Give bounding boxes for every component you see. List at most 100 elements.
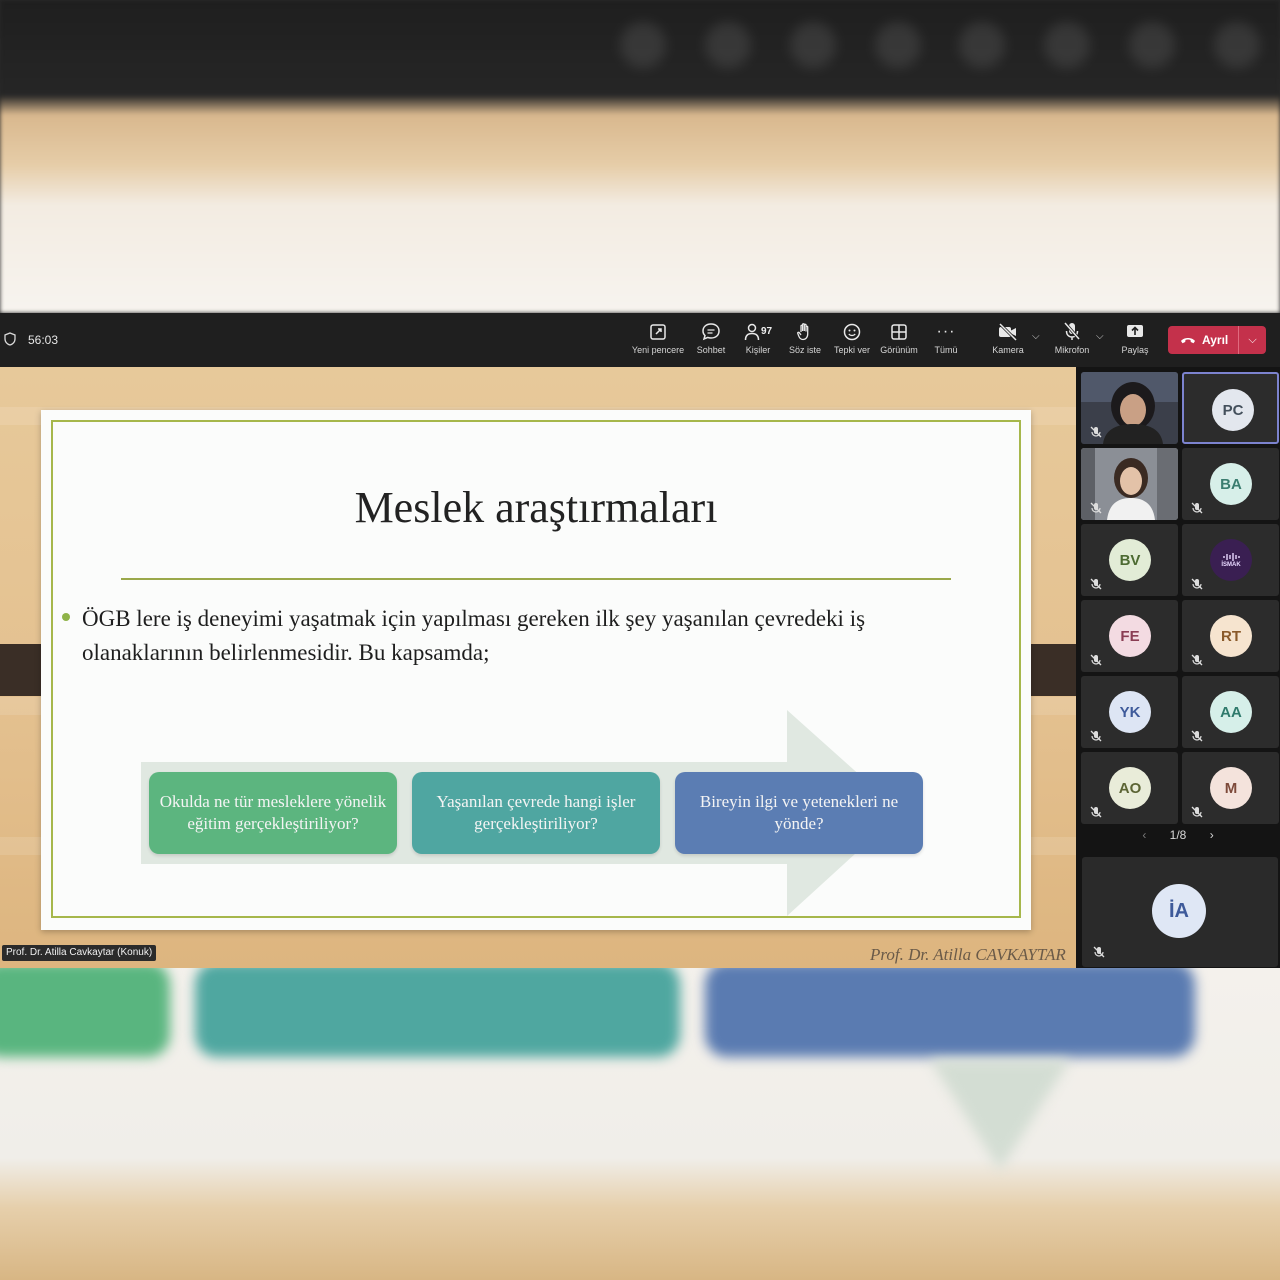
pager-prev-chevron-icon[interactable]: ‹	[1142, 828, 1146, 842]
muted-mic-icon	[1090, 806, 1102, 818]
camera-off-icon	[998, 322, 1018, 342]
leave-options-chevron-icon[interactable]: ⌵	[1239, 334, 1266, 347]
chat-icon	[702, 323, 720, 341]
participant-tile[interactable]: YK	[1081, 676, 1178, 748]
hang-up-phone-icon	[1181, 338, 1195, 344]
muted-mic-icon	[1090, 502, 1102, 514]
emoji-icon	[843, 323, 861, 341]
featured-participant-avatar: İA	[1152, 884, 1206, 938]
featured-participant-tile[interactable]: İA	[1082, 857, 1278, 967]
participant-tile[interactable]: M	[1182, 752, 1279, 824]
blurred-toolbar-ghost	[620, 22, 1260, 92]
raise-hand-icon	[797, 323, 809, 341]
muted-mic-icon	[1191, 806, 1203, 818]
participant-avatar: AA	[1210, 691, 1252, 733]
participant-tile[interactable]: AO	[1081, 752, 1178, 824]
people-count: 97	[760, 326, 773, 337]
participant-avatar: FE	[1109, 615, 1151, 657]
slide-title: Meslek araştırmaları	[354, 483, 718, 532]
share-screen-icon	[1127, 325, 1143, 337]
new-window-button[interactable]: Yeni pencere	[630, 321, 686, 361]
gallery-pager: ‹ 1/8 ›	[1076, 828, 1280, 842]
chat-button[interactable]: Sohbet	[694, 321, 728, 361]
bullet-icon	[62, 613, 70, 621]
people-icon-wrap: 97	[740, 321, 776, 343]
chat-label: Sohbet	[696, 345, 726, 355]
new-window-label: Yeni pencere	[631, 345, 685, 355]
view-button[interactable]: Görünüm	[878, 321, 920, 361]
grid-view-icon	[891, 324, 907, 340]
step-box-school: Okulda ne tür mesleklere yönelik eğitim …	[149, 772, 397, 854]
raise-hand-label: Söz iste	[788, 345, 821, 355]
blurred-box-green	[0, 962, 170, 1057]
react-label: Tepki ver	[833, 345, 870, 355]
participant-tile[interactable]: BV	[1081, 524, 1178, 596]
participant-avatar: RT	[1210, 615, 1252, 657]
more-dots-icon: ···	[936, 323, 956, 340]
blurred-box-teal	[195, 962, 680, 1057]
share-label: Paylaş	[1121, 345, 1149, 355]
mic-options-chevron-icon[interactable]: ⌵	[1096, 331, 1104, 342]
muted-mic-icon	[1093, 946, 1105, 958]
blurred-arrow	[930, 1060, 1070, 1170]
sound-wave-icon	[1223, 553, 1240, 561]
participant-avatar: PC	[1212, 389, 1254, 431]
mic-label: Mikrofon	[1054, 345, 1090, 355]
participant-tile-video[interactable]	[1081, 448, 1178, 520]
meeting-timer: 56:03	[28, 333, 59, 347]
shared-content: Meslek araştırmaları ÖGB lere iş deneyim…	[0, 367, 1076, 968]
participant-tile[interactable]: AA	[1182, 676, 1279, 748]
share-button[interactable]: Paylaş	[1118, 321, 1152, 361]
more-button[interactable]: ··· Tümü	[930, 321, 962, 361]
pager-page-indicator: 1/8	[1169, 828, 1187, 842]
ismak-logo-text: İSMAK	[1221, 562, 1241, 568]
participant-avatar: YK	[1109, 691, 1151, 733]
participant-avatar: BV	[1109, 539, 1151, 581]
presenter-name-tag: Prof. Dr. Atilla Cavkaytar (Konuk)	[2, 945, 157, 961]
leave-button[interactable]: Ayrıl ⌵	[1168, 326, 1266, 354]
screenshot: 56:03 Yeni pencere Sohbet 97 Kişiler Söz…	[0, 0, 1280, 1280]
camera-button[interactable]: Kamera	[990, 321, 1026, 361]
step-box-environment: Yaşanılan çevrede hangi işler gerçekleşt…	[412, 772, 660, 854]
raise-hand-button[interactable]: Söz iste	[788, 321, 822, 361]
camera-options-chevron-icon[interactable]: ⌵	[1032, 331, 1040, 342]
participant-avatar: AO	[1109, 767, 1151, 809]
participant-tile[interactable]: PC	[1182, 372, 1279, 444]
participant-tile[interactable]: BA	[1182, 448, 1279, 520]
muted-mic-icon	[1090, 730, 1102, 742]
participant-tile-video[interactable]	[1081, 372, 1178, 444]
presentation-slide: Meslek araştırmaları ÖGB lere iş deneyim…	[41, 410, 1031, 930]
muted-mic-icon	[1090, 578, 1102, 590]
ismak-logo-avatar: İSMAK	[1210, 539, 1252, 581]
blurred-box-blue	[705, 962, 1195, 1057]
muted-mic-icon	[1191, 654, 1203, 666]
leave-label: Ayrıl	[1202, 333, 1229, 347]
participant-avatar: BA	[1210, 463, 1252, 505]
slide-signature: Prof. Dr. Atilla CAVKAYTAR	[870, 945, 1066, 964]
muted-mic-icon	[1191, 578, 1203, 590]
participant-tile[interactable]: İSMAK	[1182, 524, 1279, 596]
mic-button[interactable]: Mikrofon	[1050, 321, 1094, 361]
shield-icon	[4, 332, 16, 346]
view-label: Görünüm	[880, 345, 918, 355]
muted-mic-icon	[1191, 502, 1203, 514]
meeting-toolbar: 56:03 Yeni pencere Sohbet 97 Kişiler Söz…	[0, 313, 1280, 367]
step-box-interests: Bireyin ilgi ve yetenekleri ne yönde?	[675, 772, 923, 854]
participant-avatar: M	[1210, 767, 1252, 809]
people-label: Kişiler	[745, 345, 771, 355]
more-label: Tümü	[934, 345, 958, 355]
participant-tile[interactable]: RT	[1182, 600, 1279, 672]
camera-label: Kamera	[992, 345, 1024, 355]
title-underline	[121, 578, 951, 580]
pager-next-chevron-icon[interactable]: ›	[1210, 828, 1214, 842]
slide-bullet: ÖGB lere iş deneyimi yaşatmak için yapıl…	[82, 606, 866, 665]
mic-off-icon	[1063, 322, 1081, 340]
leave-main[interactable]: Ayrıl	[1168, 326, 1238, 354]
participant-tile[interactable]: FE	[1081, 600, 1178, 672]
muted-mic-icon	[1090, 654, 1102, 666]
muted-mic-icon	[1090, 426, 1102, 438]
muted-mic-icon	[1191, 730, 1203, 742]
people-icon	[744, 323, 760, 341]
people-button[interactable]: 97 Kişiler	[740, 321, 776, 361]
react-button[interactable]: Tepki ver	[832, 321, 872, 361]
